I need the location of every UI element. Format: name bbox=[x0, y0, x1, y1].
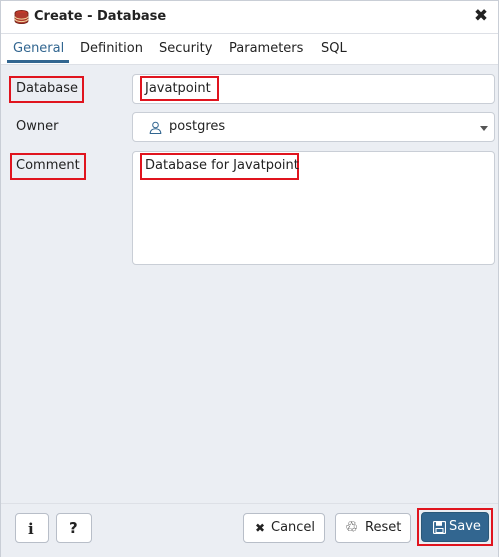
database-icon bbox=[14, 10, 29, 24]
floppy-disk-icon bbox=[433, 521, 446, 534]
database-label: Database bbox=[16, 81, 79, 96]
tab-general[interactable]: General bbox=[13, 41, 64, 56]
save-label: Save bbox=[449, 519, 481, 534]
cancel-button[interactable]: ✖ Cancel bbox=[243, 513, 325, 543]
owner-label: Owner bbox=[16, 119, 59, 134]
reset-label: Reset bbox=[365, 520, 402, 535]
close-icon: ✖ bbox=[255, 521, 266, 535]
tab-definition[interactable]: Definition bbox=[80, 41, 143, 56]
info-button[interactable]: i bbox=[15, 513, 49, 543]
save-button[interactable]: Save bbox=[421, 512, 489, 542]
create-database-dialog: Create - Database ✖ General Definition S… bbox=[0, 0, 499, 557]
comment-value: Database for Javatpoint bbox=[145, 158, 299, 173]
tab-parameters[interactable]: Parameters bbox=[229, 41, 303, 56]
recycle-icon: ♲ bbox=[345, 518, 359, 536]
reset-button[interactable]: ♲ Reset bbox=[335, 513, 411, 543]
user-icon bbox=[149, 121, 162, 134]
close-icon[interactable]: ✖ bbox=[472, 7, 490, 25]
comment-label: Comment bbox=[16, 158, 80, 173]
dialog-titlebar[interactable]: Create - Database ✖ bbox=[1, 1, 498, 34]
database-name-value: Javatpoint bbox=[145, 81, 211, 96]
info-icon: i bbox=[28, 520, 34, 538]
active-tab-indicator bbox=[7, 60, 69, 63]
owner-value: postgres bbox=[169, 119, 226, 134]
chevron-down-icon[interactable] bbox=[480, 126, 488, 131]
tab-bar: General Definition Security Parameters S… bbox=[1, 34, 498, 65]
help-button[interactable]: ? bbox=[56, 513, 92, 543]
dialog-title: Create - Database bbox=[34, 9, 167, 24]
help-icon: ? bbox=[69, 519, 78, 537]
cancel-label: Cancel bbox=[271, 520, 316, 535]
tab-security[interactable]: Security bbox=[159, 41, 212, 56]
tab-sql[interactable]: SQL bbox=[321, 41, 347, 56]
